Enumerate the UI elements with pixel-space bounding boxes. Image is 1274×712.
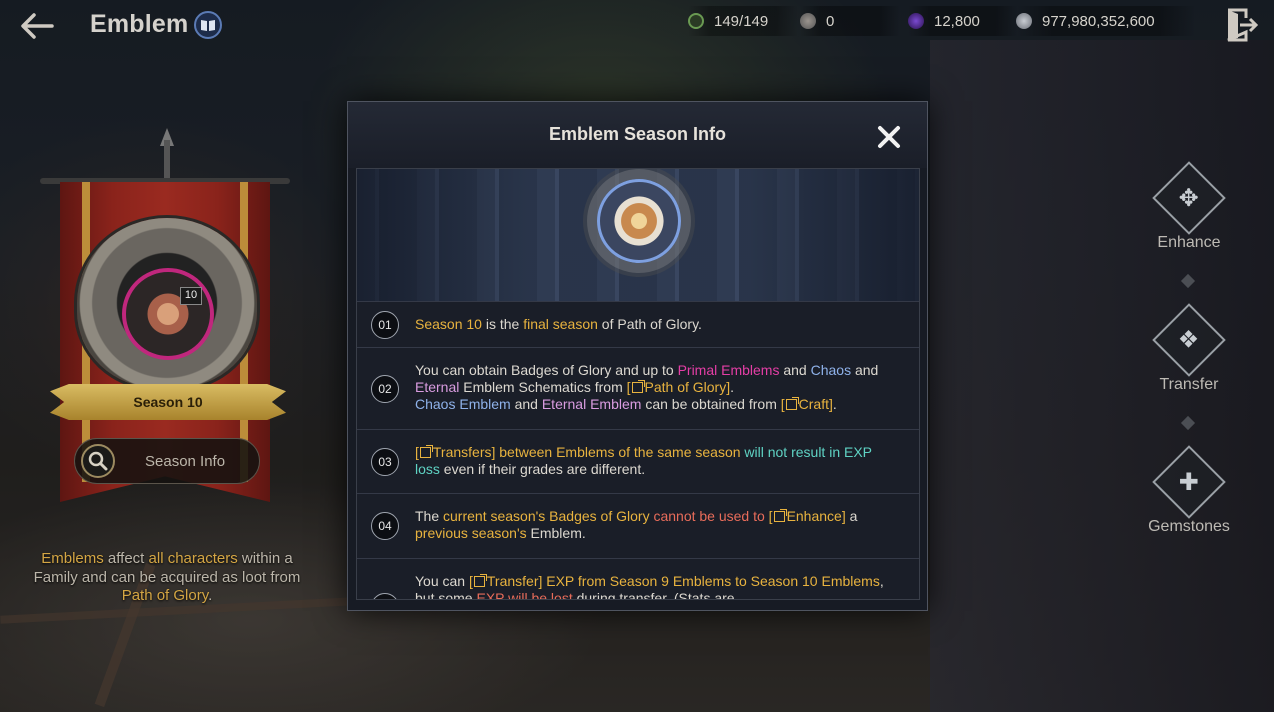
season-medal-icon [597,179,681,263]
external-link-icon [419,445,433,458]
row-text: You can obtain Badges of Glory and up to… [415,362,879,412]
row-text: Season 10 is the final season of Path of… [415,316,702,332]
enhance-link[interactable]: [Enhance] [769,508,846,524]
top-bar: Emblem 149/149 0 12,800 977,980,352,600 [0,0,1274,52]
back-arrow-icon [21,13,54,39]
craft-link[interactable]: [Craft] [781,396,833,412]
close-button[interactable] [876,124,902,150]
info-row: 02 You can obtain Badges of Glory and up… [357,347,919,429]
row-number: 05 [371,593,399,599]
transfers-link[interactable]: [Transfers] between Emblems of the same … [415,444,741,460]
info-row: 05 You can [Transfer] EXP from Season 9 … [357,558,919,600]
exit-door-icon [1227,8,1259,42]
emblem-level-badge: 10 [180,287,202,305]
silver-orb-icon [800,13,816,29]
season-info-modal: Emblem Season Info 01 Season 10 is the f… [347,101,928,611]
path-of-glory-link[interactable]: [Path of Glory] [627,379,730,395]
info-row: 03 [Transfers] between Emblems of the sa… [357,429,919,493]
transfer-label: Transfer [1159,376,1219,393]
page-title: Emblem [90,10,189,38]
transfer-icon: ❖ [1152,303,1226,377]
season-label: Season 10 [133,394,203,410]
row-text: The current season's Badges of Glory can… [415,508,858,541]
emblem-image[interactable] [122,268,214,360]
info-row: 04 The current season's Badges of Glory … [357,493,919,558]
transfer-menu-item[interactable]: ❖ Transfer [1146,303,1232,394]
book-question-icon [201,20,215,31]
enhance-icon: ✥ [1152,161,1226,235]
season-info-label: Season Info [145,453,226,470]
purple-crystal-currency[interactable]: 12,800 [908,6,1018,36]
guide-book-button[interactable] [194,11,222,39]
emblem-description: Emblems affect all characters within a F… [33,550,301,604]
season-hero-image [357,169,919,301]
info-row: 01 Season 10 is the final season of Path… [357,301,919,347]
modal-title: Emblem Season Info [548,124,727,144]
energy-value: 149/149 [714,12,769,30]
silver-coin-value: 977,980,352,600 [1042,12,1155,30]
gemstones-label: Gemstones [1148,518,1230,535]
gemstones-icon: ✚ [1152,445,1226,519]
exit-button[interactable] [1224,8,1259,42]
external-link-icon [773,509,787,522]
enhance-label: Enhance [1157,234,1221,251]
row-text: [Transfers] between Emblems of the same … [415,444,872,477]
silver-coin-icon [1016,13,1032,29]
search-icon [81,444,115,478]
back-button[interactable] [18,10,56,42]
purple-crystal-value: 12,800 [934,12,980,30]
external-link-icon [631,380,645,393]
row-number: 02 [371,375,399,403]
row-text: You can [Transfer] EXP from Season 9 Emb… [415,573,884,600]
modal-body[interactable]: 01 Season 10 is the final season of Path… [356,168,920,600]
silver-coin-currency[interactable]: 977,980,352,600 [1016,6,1196,36]
close-icon [878,126,900,148]
row-number: 01 [371,311,399,339]
gemstones-menu-item[interactable]: ✚ Gemstones [1146,445,1232,536]
row-number: 03 [371,448,399,476]
external-link-icon [785,397,799,410]
enhance-menu-item[interactable]: ✥ Enhance [1146,161,1232,252]
purple-crystal-icon [908,13,924,29]
transfer-link[interactable]: [Transfer] EXP from Season 9 Emblems to … [469,573,880,589]
season-ribbon: Season 10 [50,384,286,420]
energy-icon [688,13,704,29]
season-info-button[interactable]: Season Info [74,438,260,484]
silver-orb-currency[interactable]: 0 [800,6,900,36]
row-number: 04 [371,512,399,540]
modal-header: Emblem Season Info [348,102,927,168]
energy-currency[interactable]: 149/149 [688,6,798,36]
silver-orb-value: 0 [826,12,835,30]
external-link-icon [473,574,487,587]
